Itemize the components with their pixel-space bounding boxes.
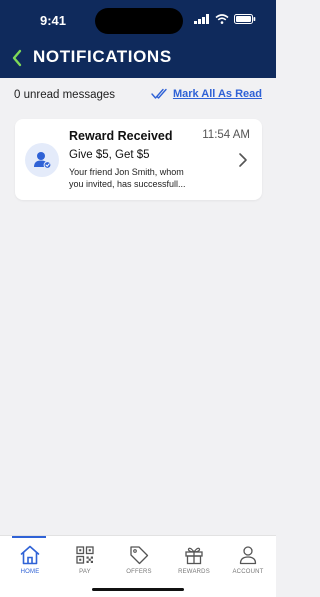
status-icons [194,14,256,24]
status-time: 9:41 [40,13,67,28]
notification-card[interactable]: Reward Received 11:54 AM Give $5, Get $5… [15,119,262,200]
notification-subtitle: Give $5, Get $5 [69,149,150,161]
nav-item-rewards[interactable]: REWARDS [168,536,220,580]
nav-item-offers[interactable]: OFFERS [113,536,165,580]
notification-body-line: you invited, has successfull... [69,179,186,189]
qr-code-icon [76,546,94,564]
avatar [25,143,59,177]
notifications-summary: 0 unread messages Mark All As Read [0,86,276,108]
nav-label-rewards: REWARDS [178,569,210,575]
mark-all-read-button[interactable]: Mark All As Read [151,88,262,100]
unread-count: 0 unread messages [14,89,116,101]
page-title: NOTIFICATIONS [33,47,172,66]
title-row: NOTIFICATIONS [0,44,276,72]
nav-label-home: HOME [20,569,40,575]
notification-body: Your friend Jon Smith, whom you invited,… [69,166,205,190]
app-header: 9:41 NOTIFICATIONS [0,0,276,78]
notification-body-line: Your friend Jon Smith, whom [69,167,184,177]
person-icon [239,546,257,565]
status-bar: 9:41 [0,0,276,40]
notification-time: 11:54 AM [202,129,250,141]
user-reward-icon [34,152,52,169]
tag-icon [130,546,149,565]
mark-all-read-label: Mark All As Read [172,88,262,100]
wifi-icon [215,14,229,24]
back-chevron-icon[interactable] [10,48,24,68]
home-indicator [92,588,184,591]
dynamic-island [95,8,183,34]
nav-item-account[interactable]: ACCOUNT [222,536,274,580]
nav-label-account: ACCOUNT [232,569,264,575]
nav-label-offers: OFFERS [126,569,152,575]
double-check-icon [151,88,167,99]
notification-title: Reward Received [69,129,173,143]
home-icon [20,545,40,565]
cellular-signal-icon [194,14,209,24]
battery-icon [234,14,256,24]
nav-item-pay[interactable]: PAY [59,536,111,580]
chevron-right-icon [239,153,247,167]
nav-item-home[interactable]: HOME [4,536,56,580]
gift-icon [185,547,203,565]
nav-label-pay: PAY [79,569,91,575]
